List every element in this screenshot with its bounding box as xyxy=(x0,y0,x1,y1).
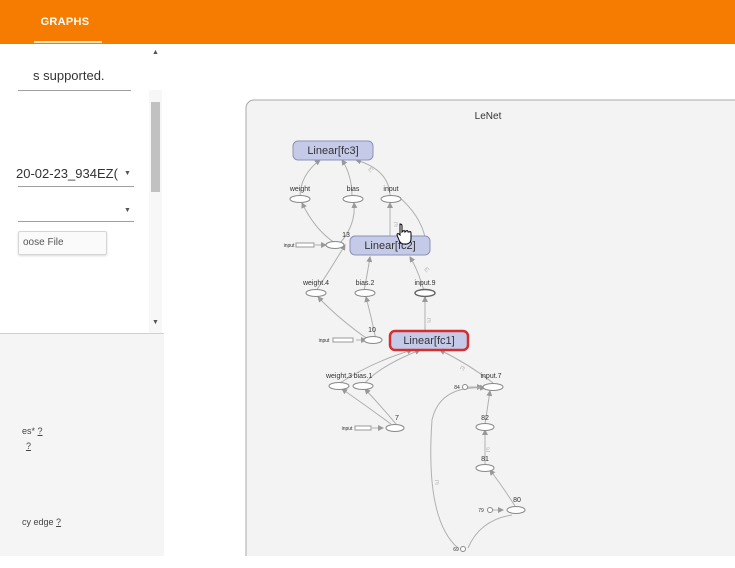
input-stub xyxy=(332,337,354,343)
node-label-10: 10 xyxy=(368,327,376,334)
node-label-13: 13 xyxy=(342,232,350,239)
node-label-weight: weight xyxy=(289,186,310,193)
node-label-weight-3: weight.3 xyxy=(325,373,352,380)
node-label-bias-1: bias.1 xyxy=(354,373,373,380)
constant-node-84[interactable] xyxy=(462,384,468,390)
op-node-bias-1[interactable] xyxy=(352,382,374,390)
node-label-79: 79 xyxy=(478,508,484,514)
node-linear-fc3-label: Linear[fc3] xyxy=(307,145,358,157)
op-node-80[interactable] xyxy=(506,506,526,514)
op-node-weight-3[interactable] xyxy=(328,382,350,390)
graph-title: LeNet xyxy=(475,111,502,122)
node-label-input-7: input.7 xyxy=(480,373,501,380)
node-label-80: 80 xyxy=(513,497,521,504)
node-label-bias: bias xyxy=(347,186,360,193)
op-node-7[interactable] xyxy=(385,424,405,432)
op-node-13[interactable] xyxy=(325,241,345,249)
svg-text:[?]: [?] xyxy=(427,318,432,322)
input-stub xyxy=(295,242,315,248)
node-label-input-left: input xyxy=(319,338,330,344)
node-label-input: input xyxy=(383,186,398,193)
svg-text:[?]: [?] xyxy=(435,480,440,484)
node-label-69: 69 xyxy=(453,547,459,553)
op-node-bias-2[interactable] xyxy=(354,289,376,297)
op-node-input-7[interactable] xyxy=(482,383,504,391)
svg-text:[?]: [?] xyxy=(485,448,490,452)
op-node-82[interactable] xyxy=(475,423,495,431)
node-label-bias-2: bias.2 xyxy=(356,280,375,287)
graph-canvas[interactable]: LeNet [?] [?] [?] [?] [?] [?] [?] Linear… xyxy=(0,0,735,568)
node-label-input-left: input xyxy=(284,243,295,249)
node-label-7: 7 xyxy=(395,415,399,422)
node-linear-fc1-label: Linear[fc1] xyxy=(403,335,454,347)
bottom-margin xyxy=(0,556,735,568)
node-label-81: 81 xyxy=(481,456,489,463)
node-label-input-left: input xyxy=(342,426,353,432)
op-node-bias[interactable] xyxy=(342,195,364,203)
constant-node-79[interactable] xyxy=(487,507,493,513)
op-node-10[interactable] xyxy=(363,336,383,344)
op-node-81[interactable] xyxy=(475,464,495,472)
op-node-weight[interactable] xyxy=(289,195,311,203)
op-node-input[interactable] xyxy=(380,195,402,203)
node-label-84: 84 xyxy=(454,385,460,391)
input-stub xyxy=(354,425,372,431)
node-label-82: 82 xyxy=(481,415,489,422)
node-label-input-9: input.9 xyxy=(414,280,435,287)
op-node-weight-4[interactable] xyxy=(305,289,327,297)
node-label-weight-4: weight.4 xyxy=(302,280,329,287)
graph-group-lenet[interactable] xyxy=(245,99,735,568)
constant-node-69[interactable] xyxy=(460,546,466,552)
op-node-input-9[interactable] xyxy=(414,288,436,298)
svg-text:[?]: [?] xyxy=(394,222,399,226)
